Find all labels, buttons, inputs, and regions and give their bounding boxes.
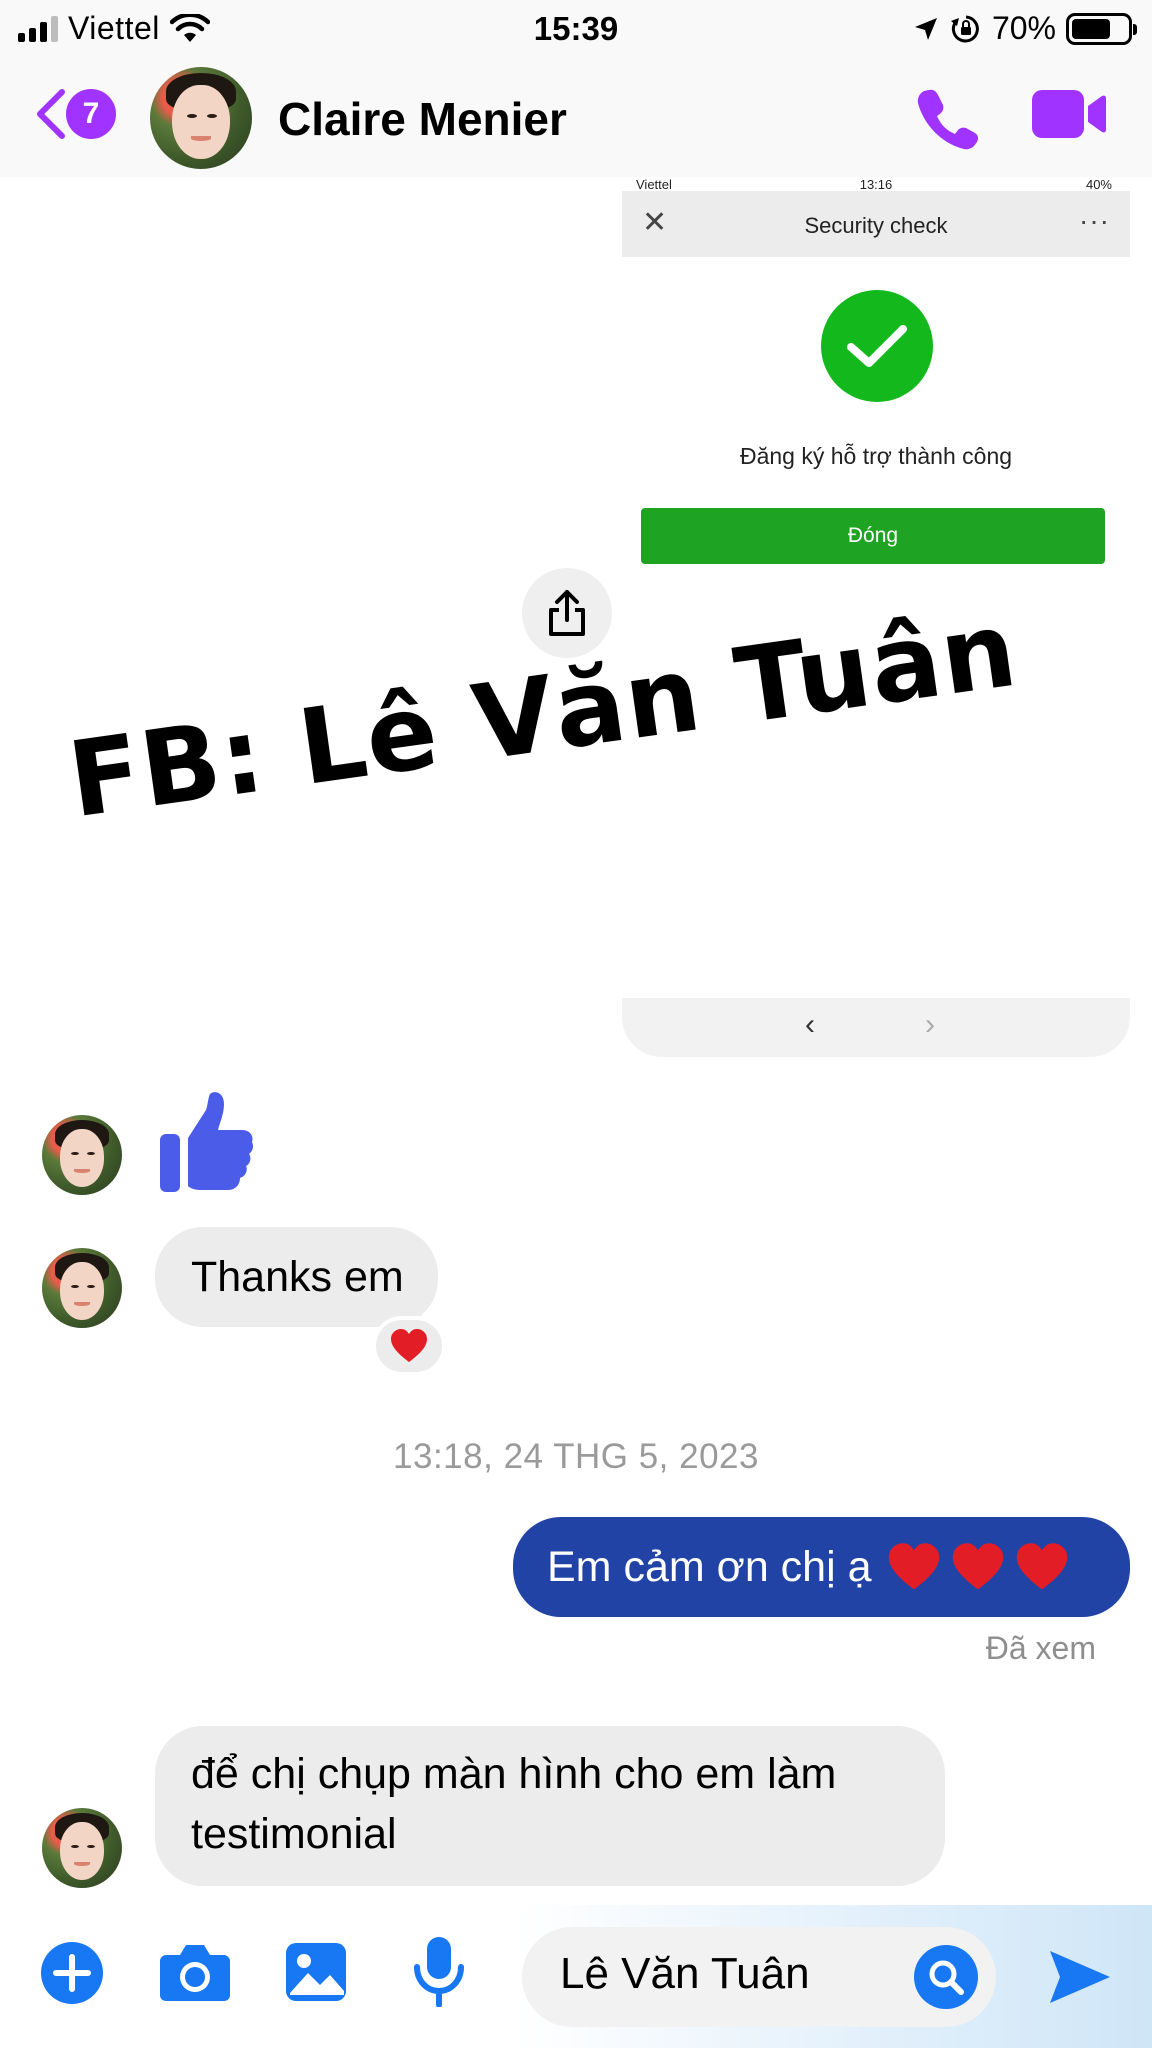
message-input[interactable]: Lê Văn Tuân: [522, 1927, 996, 2027]
success-check: [821, 290, 933, 402]
heart-reaction[interactable]: [372, 1316, 446, 1376]
plus-icon: [41, 1942, 103, 2004]
image-icon: [286, 1943, 346, 2001]
battery-icon: [1066, 12, 1137, 45]
send-icon: [1050, 1951, 1110, 2003]
message-timestamp: 13:18, 24 THG 5, 2023: [393, 1437, 759, 1476]
checkmark-icon: [847, 325, 907, 367]
plus-button[interactable]: [40, 1941, 104, 2010]
heart-icon: [952, 1543, 1003, 1590]
chevron-left-icon: ‹: [805, 1008, 815, 1041]
screenshot-battery: 40%: [1085, 177, 1112, 192]
message-text: testimonial: [191, 1810, 397, 1858]
send-button[interactable]: [1048, 1947, 1112, 2012]
screenshot-message: Đăng ký hỗ trợ thành công: [739, 443, 1013, 469]
video-camera-icon: [1032, 90, 1106, 138]
screenshot-close-button: Đóng: [641, 508, 1105, 564]
chevron-right-icon: ›: [925, 1008, 935, 1041]
phone-icon: [917, 89, 979, 150]
camera-button[interactable]: [160, 1941, 230, 2008]
search-button[interactable]: [914, 1945, 978, 2009]
contact-name[interactable]: Claire Menier: [278, 92, 567, 146]
share-icon: [549, 590, 585, 636]
camera-icon: [160, 1945, 230, 2001]
avatar[interactable]: [42, 1248, 122, 1328]
status-bar: Viettel 15:39 70%: [0, 0, 1152, 62]
contact-avatar[interactable]: [150, 67, 252, 169]
unread-count-badge: 7: [66, 89, 116, 139]
search-icon: [929, 1960, 964, 1995]
seen-status: Đã xem: [985, 1630, 1096, 1666]
heart-icon: [1016, 1543, 1067, 1590]
avatar[interactable]: [42, 1115, 122, 1195]
voice-button[interactable]: [412, 1935, 466, 2012]
screenshot-time: 13:16: [859, 177, 893, 192]
battery-percent: 70%: [991, 10, 1056, 46]
more-icon: ···: [1079, 205, 1110, 236]
phone-call-button[interactable]: [915, 86, 979, 155]
avatar[interactable]: [42, 1808, 122, 1888]
screenshot-status-bar: Viettel 13:16 40%: [622, 177, 1130, 192]
message-text: Thanks em: [191, 1253, 404, 1301]
video-call-button[interactable]: [1030, 88, 1106, 145]
back-button[interactable]: 7: [30, 86, 116, 142]
status-right: 70%: [912, 10, 1137, 47]
message-bubble-incoming[interactable]: để chị chụp màn hình cho em làm testimon…: [155, 1726, 945, 1886]
message-input-text: Lê Văn Tuân: [560, 1949, 810, 1998]
message-bubble-incoming[interactable]: Thanks em: [155, 1227, 438, 1327]
message-bubble-outgoing[interactable]: Em cảm ơn chị ạ: [513, 1517, 1130, 1617]
rotation-lock-icon: [950, 15, 979, 42]
message-composer: Lê Văn Tuân: [0, 1905, 1152, 2048]
message-text: Em cảm ơn chị ạ: [547, 1543, 872, 1591]
heart-icon: [888, 1543, 939, 1590]
thumbs-up-icon: [160, 1092, 253, 1192]
thumbs-up-message[interactable]: [158, 1090, 254, 1199]
heart-icon: [391, 1329, 427, 1362]
gallery-button[interactable]: [284, 1941, 348, 2008]
screenshot-title: Security check: [804, 213, 948, 238]
message-text: để chị chụp màn hình cho em làm: [191, 1750, 837, 1798]
chevron-left-icon: [37, 89, 65, 139]
chat-header: 7 Claire Menier: [0, 62, 1152, 177]
screenshot-nav-bar: ✕ Security check ···: [622, 191, 1130, 257]
microphone-icon: [414, 1937, 464, 2008]
location-icon: [914, 17, 937, 40]
screenshot-bottom-nav: ‹ ›: [622, 998, 1130, 1057]
